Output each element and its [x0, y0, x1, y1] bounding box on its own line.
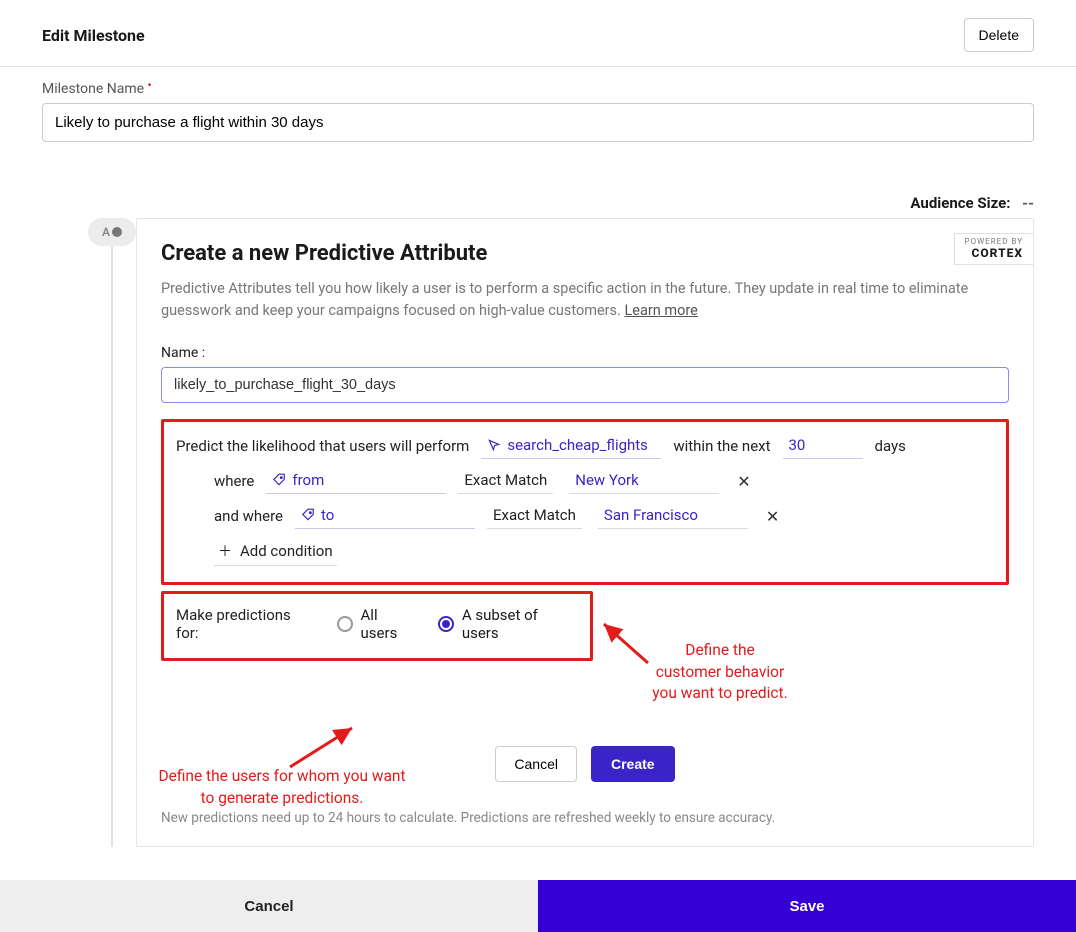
- cortex-brand: CORTEX: [965, 247, 1023, 260]
- milestone-name-input[interactable]: [42, 103, 1034, 142]
- audience-size-label: Audience Size:: [910, 194, 1010, 212]
- within-value-input[interactable]: 30: [783, 434, 863, 459]
- footer-save-button[interactable]: Save: [538, 880, 1076, 932]
- cond-operator[interactable]: Exact Match: [458, 469, 553, 494]
- predict-lead: Predict the likelihood that users will p…: [176, 437, 469, 455]
- card-heading: Create a new Predictive Attribute: [161, 241, 1009, 266]
- timeline-node-label: A: [102, 225, 110, 239]
- card-description: Predictive Attributes tell you how likel…: [161, 278, 1009, 323]
- predict-definition-box: Predict the likelihood that users will p…: [161, 419, 1009, 585]
- plus-icon: ＋: [218, 541, 232, 561]
- milestone-name-label: Milestone Name: [42, 81, 144, 97]
- milestone-name-row: Milestone Name •: [42, 81, 1034, 142]
- plus-icon: ＋: [178, 674, 192, 694]
- cond-property-picker[interactable]: from: [266, 469, 446, 494]
- predictive-attribute-card: POWERED BY CORTEX Create a new Predictiv…: [136, 218, 1034, 847]
- learn-more-link[interactable]: Learn more: [624, 302, 697, 319]
- footer-cancel-button[interactable]: Cancel: [0, 880, 538, 932]
- cond-operator[interactable]: Exact Match: [487, 504, 582, 529]
- cond-value[interactable]: San Francisco: [598, 504, 748, 529]
- scope-label: Make predictions for:: [176, 606, 317, 642]
- attr-name-input[interactable]: [161, 367, 1009, 403]
- cond-prefix: and where: [214, 507, 283, 525]
- radio-all-users[interactable]: All users: [337, 606, 418, 642]
- attr-name-label: Name :: [161, 345, 1009, 361]
- cancel-button[interactable]: Cancel: [495, 746, 577, 782]
- cortex-badge: POWERED BY CORTEX: [954, 233, 1033, 265]
- radio-icon: [438, 616, 454, 632]
- cursor-icon: [487, 438, 501, 452]
- add-criteria-button[interactable]: ＋ Add Criteria: [174, 672, 277, 699]
- within-label: within the next: [673, 437, 770, 455]
- page-title: Edit Milestone: [42, 26, 145, 45]
- audience-size-row: Audience Size: --: [42, 194, 1034, 212]
- required-indicator: •: [148, 78, 152, 92]
- cond-value[interactable]: New York: [569, 469, 719, 494]
- add-condition-button[interactable]: ＋ Add condition: [214, 539, 337, 566]
- remove-condition-button[interactable]: ✕: [731, 472, 756, 491]
- radio-subset-users[interactable]: A subset of users: [438, 606, 578, 642]
- timeline-node-dot-icon: [112, 227, 122, 237]
- cond-property-picker[interactable]: to: [295, 504, 475, 529]
- within-unit: days: [875, 437, 906, 455]
- tag-icon: [272, 473, 286, 487]
- predict-event-picker[interactable]: search_cheap_flights: [481, 434, 661, 459]
- page-footer: Cancel Save: [0, 880, 1076, 932]
- audience-size-value: --: [1022, 194, 1034, 212]
- cond-prefix: where: [214, 472, 254, 490]
- radio-icon: [337, 616, 353, 632]
- scope-box: Make predictions for: All users A subset…: [161, 591, 593, 661]
- remove-condition-button[interactable]: ✕: [760, 507, 785, 526]
- tag-icon: [301, 508, 315, 522]
- timeline-node[interactable]: A: [88, 218, 136, 246]
- delete-button[interactable]: Delete: [964, 18, 1034, 52]
- create-button[interactable]: Create: [591, 746, 675, 782]
- page-header: Edit Milestone Delete: [0, 0, 1076, 67]
- timeline-line: [111, 246, 113, 847]
- prediction-footnote: New predictions need up to 24 hours to c…: [161, 810, 1009, 826]
